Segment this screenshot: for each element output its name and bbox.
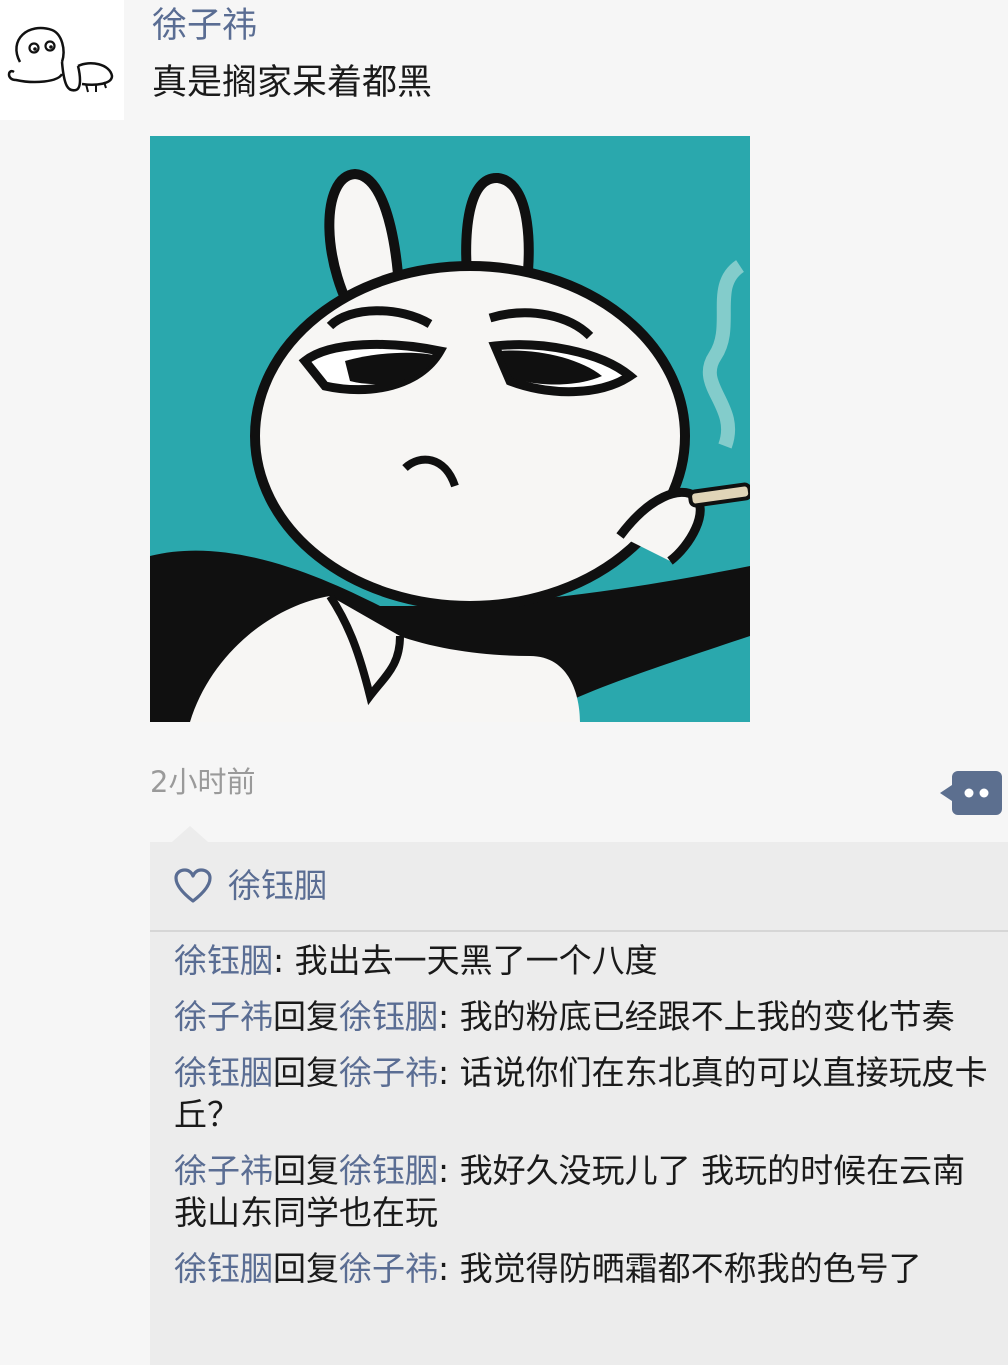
comment-item[interactable]: 徐钰胭: 我出去一天黑了一个八度 [174,940,994,982]
liker-name[interactable]: 徐钰胭 [228,864,327,908]
comment-author[interactable]: 徐钰胭 [174,1249,273,1288]
post-author[interactable]: 徐子祎 [152,4,257,48]
comment-action-button[interactable] [940,770,1002,816]
comment-separator: : [438,997,460,1036]
post-timestamp: 2小时前 [150,765,256,799]
reply-word: 回复 [273,997,339,1036]
comment-author[interactable]: 徐子祎 [174,997,273,1036]
comment-text: 我觉得防晒霜都不称我的色号了 [459,1249,922,1288]
post-text: 真是搁家呆着都黑 [152,63,433,103]
reply-word: 回复 [273,1053,339,1092]
comment-text: 我的粉底已经跟不上我的变化节奏 [459,997,955,1036]
comment-separator: : [273,941,295,980]
reply-word: 回复 [273,1249,339,1288]
comment-separator: : [438,1053,460,1092]
reply-target[interactable]: 徐子祎 [339,1053,438,1092]
comment-separator: : [438,1151,460,1190]
comment-author[interactable]: 徐钰胭 [174,1053,273,1092]
comment-item[interactable]: 徐子祎回复徐钰胭: 我的粉底已经跟不上我的变化节奏 [174,996,994,1038]
heart-icon [174,868,212,903]
reply-word: 回复 [273,1151,339,1190]
avatar[interactable] [0,0,124,120]
reply-target[interactable]: 徐钰胭 [339,997,438,1036]
likes-row: 徐钰胭 [150,842,1008,932]
comment-item[interactable]: 徐钰胭回复徐子祎: 话说你们在东北真的可以直接玩皮卡丘？ [174,1052,994,1136]
post-image[interactable] [150,136,750,722]
reply-target[interactable]: 徐子祎 [339,1249,438,1288]
comment-item[interactable]: 徐钰胭回复徐子祎: 我觉得防晒霜都不称我的色号了 [174,1248,994,1290]
comment-item[interactable]: 徐子祎回复徐钰胭: 我好久没玩儿了 我玩的时候在云南 我山东同学也在玩 [174,1150,994,1234]
comment-separator: : [438,1249,460,1288]
rabbit-smoking-cartoon [150,136,750,722]
comment-panel-caret [172,826,208,842]
comment-author[interactable]: 徐子祎 [174,1151,273,1190]
comment-list: 徐钰胭: 我出去一天黑了一个八度 徐子祎回复徐钰胭: 我的粉底已经跟不上我的变化… [174,940,994,1304]
comment-text: 我出去一天黑了一个八度 [294,941,658,980]
reply-target[interactable]: 徐钰胭 [339,1151,438,1190]
comment-dots-icon [940,771,1002,815]
doodle-dog-avatar-icon [7,27,114,93]
comment-panel: 徐钰胭 徐钰胭: 我出去一天黑了一个八度 徐子祎回复徐钰胭: 我的粉底已经跟不上… [150,842,1008,1365]
comment-author[interactable]: 徐钰胭 [174,941,273,980]
